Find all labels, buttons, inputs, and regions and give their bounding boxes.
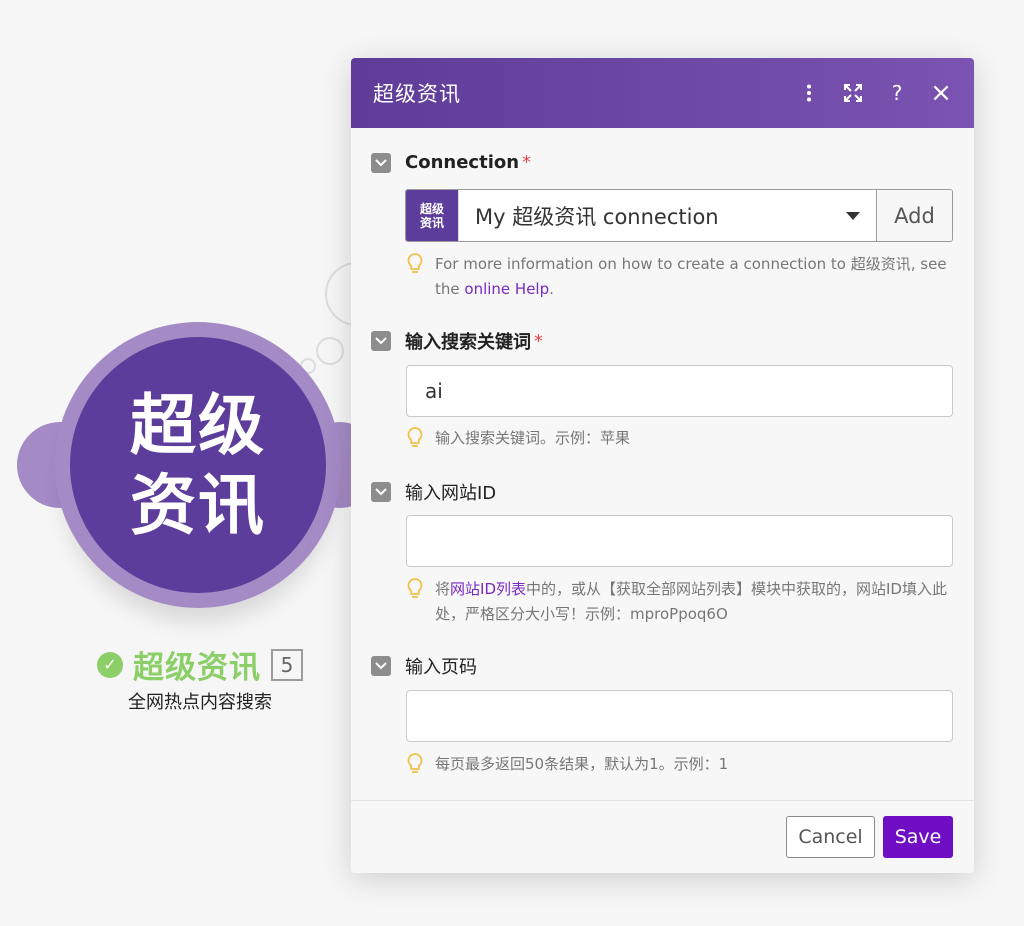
site-id-hint-prefix: 将	[435, 580, 451, 598]
thought-bubble-medium	[316, 337, 344, 365]
required-mark: *	[522, 152, 532, 173]
keyword-label-row: 输入搜索关键词 *	[371, 328, 543, 354]
page-num-label-row: 输入页码	[371, 653, 477, 679]
caret-down-icon	[846, 211, 860, 220]
connection-hint-text: For more information on how to create a …	[435, 252, 953, 302]
module-logo-line2: 资讯	[130, 466, 266, 544]
connection-selected-value: My 超级资讯 connection	[475, 204, 719, 229]
site-id-input[interactable]	[406, 515, 953, 567]
lightbulb-icon	[407, 427, 423, 447]
dialog-header: 超级资讯 ? ×	[351, 58, 974, 128]
page-num-hint-text: 每页最多返回50条结果，默认为1。示例：1	[435, 755, 729, 773]
site-id-label-row: 输入网站ID	[371, 479, 496, 505]
chevron-down-icon[interactable]	[371, 152, 391, 173]
connection-logo-line1: 超级	[419, 201, 444, 216]
expand-icon[interactable]	[842, 82, 864, 104]
save-button[interactable]: Save	[883, 816, 953, 858]
site-id-list-link[interactable]: 网站ID列表	[450, 580, 526, 598]
connection-picker: 超级 资讯 My 超级资讯 connection Add	[405, 189, 953, 242]
keyword-hint: 输入搜索关键词。示例：苹果	[405, 426, 953, 451]
module-logo: 超级 资讯	[70, 337, 326, 593]
add-connection-button[interactable]: Add	[876, 190, 952, 241]
module-caption: ✓ 超级资讯 5	[40, 642, 360, 687]
keyword-input[interactable]	[406, 365, 953, 417]
connection-app-logo: 超级 资讯	[406, 190, 458, 241]
close-icon[interactable]: ×	[930, 78, 952, 108]
required-mark: *	[534, 330, 543, 352]
keyword-label: 输入搜索关键词	[405, 332, 531, 353]
header-actions: ? ×	[798, 78, 952, 108]
module-logo-line1: 超级	[130, 386, 266, 464]
lightbulb-icon	[407, 253, 423, 273]
chevron-down-icon[interactable]	[371, 656, 391, 676]
help-icon[interactable]: ?	[886, 81, 908, 105]
module-settings-dialog: 超级资讯 ? × Connection * 超级 资讯 My 超级资讯 conn…	[351, 58, 974, 873]
site-id-hint: 将网站ID列表中的，或从【获取全部网站列表】模块中获取的，网站ID填入此处，严格…	[405, 577, 953, 627]
connection-select[interactable]: My 超级资讯 connection	[458, 190, 876, 241]
check-circle-icon: ✓	[97, 651, 123, 678]
dialog-footer: Cancel Save	[351, 800, 974, 873]
module-id-badge: 5	[271, 648, 303, 681]
online-help-link[interactable]: online Help	[464, 280, 549, 298]
dialog-title: 超级资讯	[373, 82, 461, 106]
lightbulb-icon	[407, 753, 423, 773]
page-num-label: 输入页码	[405, 657, 477, 678]
page-num-hint: 每页最多返回50条结果，默认为1。示例：1	[405, 752, 953, 777]
page-num-input[interactable]	[406, 690, 953, 742]
site-id-hint-text: 将网站ID列表中的，或从【获取全部网站列表】模块中获取的，网站ID填入此处，严格…	[435, 577, 953, 627]
dialog-body: Connection * 超级 资讯 My 超级资讯 connection Ad…	[351, 128, 974, 800]
more-vertical-icon[interactable]	[798, 82, 820, 104]
connection-label: Connection	[405, 152, 520, 173]
connection-logo-line2: 资讯	[419, 215, 444, 230]
lightbulb-icon	[407, 578, 423, 598]
cancel-button[interactable]: Cancel	[786, 816, 875, 858]
chevron-down-icon[interactable]	[371, 482, 391, 502]
site-id-label: 输入网站ID	[405, 483, 497, 504]
keyword-hint-text: 输入搜索关键词。示例：苹果	[435, 429, 631, 447]
connection-label-row: Connection *	[371, 152, 531, 173]
chevron-down-icon[interactable]	[371, 331, 391, 351]
module-subtitle: 全网热点内容搜索	[128, 692, 272, 713]
module-node[interactable]: 超级 资讯	[55, 322, 341, 608]
connection-hint-suffix: .	[549, 280, 554, 298]
module-name: 超级资讯	[133, 650, 261, 686]
connection-hint: For more information on how to create a …	[405, 252, 953, 302]
